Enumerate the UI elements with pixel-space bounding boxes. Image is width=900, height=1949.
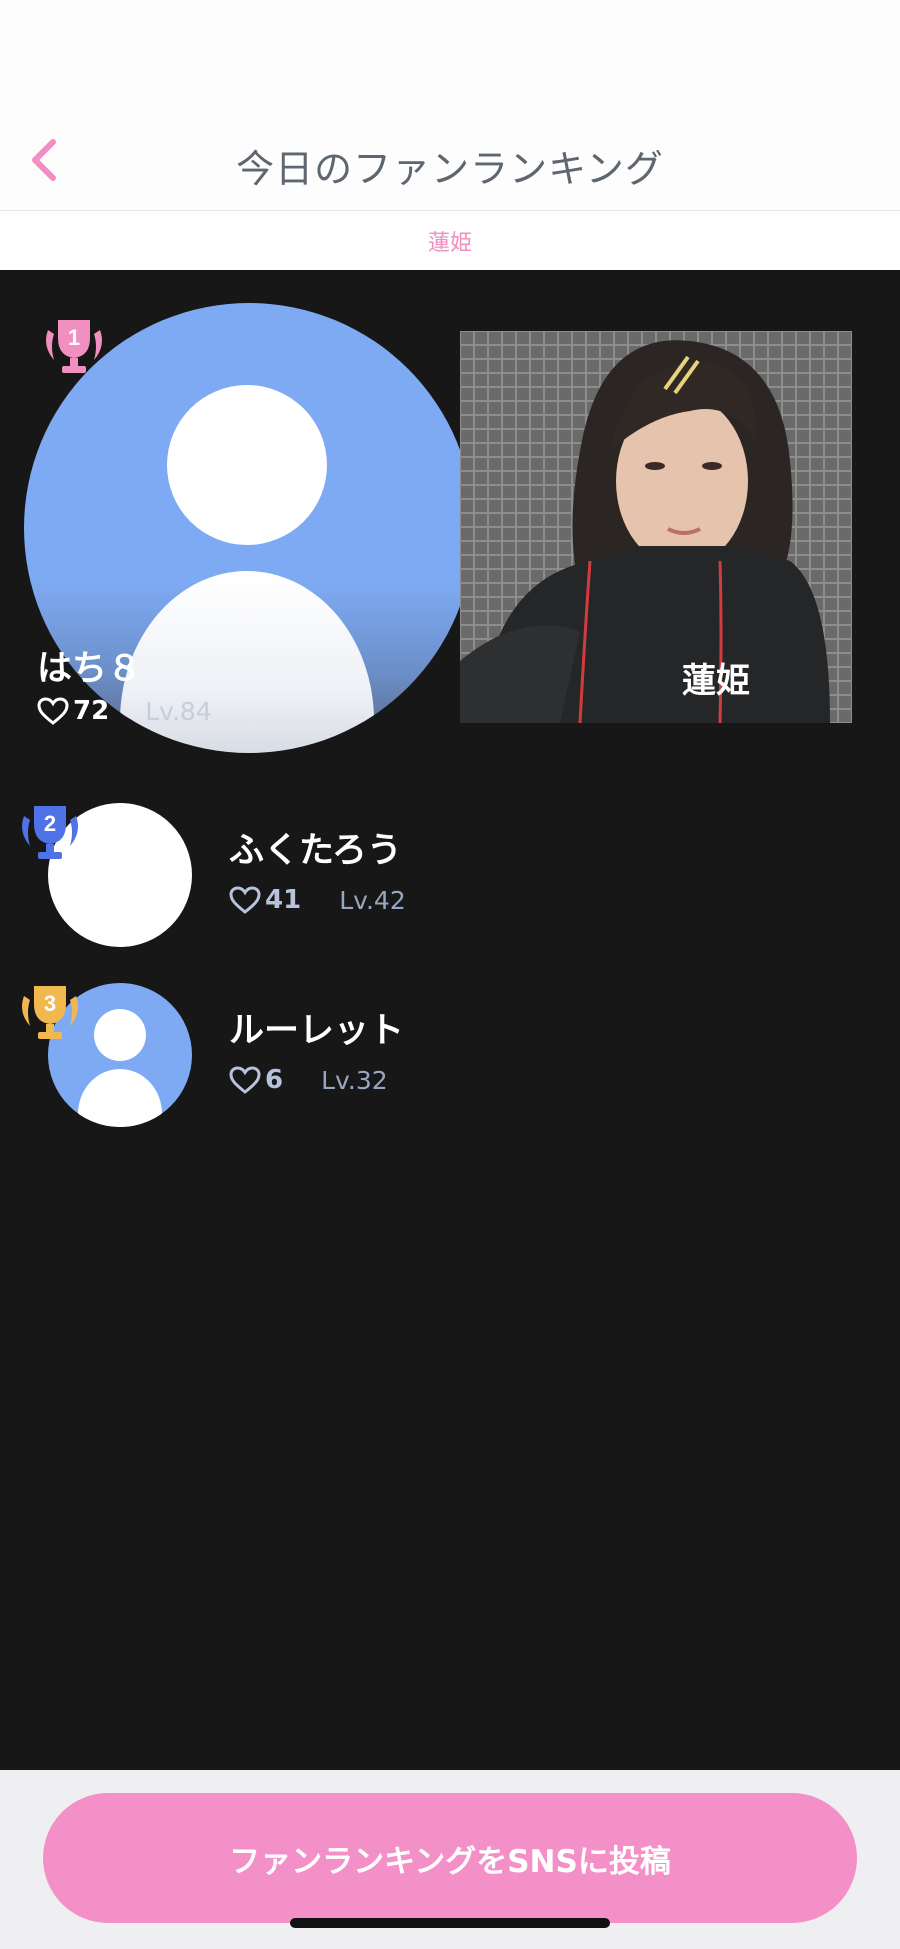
streamer-name: 蓮姫 — [682, 661, 750, 701]
home-indicator — [290, 1918, 610, 1928]
rank1-name: はち８ — [37, 649, 143, 689]
trophy-icon-rank3: 3 — [22, 986, 78, 1039]
rank2-level: Lv.42 — [339, 885, 406, 915]
rank3-stats: 6 Lv.32 — [229, 1065, 388, 1095]
trophy-icon-rank2: 2 — [22, 806, 78, 859]
streamer-subheader-name: 蓮姫 — [427, 230, 472, 256]
avatar-head — [167, 385, 327, 545]
rank3-likes: 6 — [265, 1065, 284, 1095]
rank2-name: ふくたろう — [229, 831, 402, 871]
rank3-level: Lv.32 — [321, 1065, 388, 1095]
nav-bar: 今日のファンランキング — [0, 110, 900, 211]
rank2-likes: 41 — [265, 885, 302, 915]
trophy-icon-rank1: 1 — [46, 320, 102, 373]
streamer-subheader: 蓮姫 — [0, 211, 900, 270]
rank1-number: 1 — [68, 325, 80, 350]
heart-icon — [229, 886, 261, 914]
rank1-stats: 72 Lv.84 — [37, 696, 212, 726]
rank1-likes: 72 — [73, 696, 110, 726]
status-bar — [0, 0, 900, 110]
streamer-photo[interactable]: 蓮姫 — [460, 331, 852, 723]
avatar-head — [94, 1009, 146, 1061]
heart-icon — [37, 697, 69, 725]
rank1-level: Lv.84 — [145, 696, 212, 726]
share-sns-button[interactable]: ファンランキングをSNSに投稿 — [43, 1793, 857, 1923]
rank2-stats: 41 Lv.42 — [229, 885, 406, 915]
rank2-number: 2 — [44, 811, 56, 836]
rank3-name: ルーレット — [229, 1011, 405, 1051]
rank3-number: 3 — [44, 991, 56, 1016]
avatar-body — [78, 1069, 162, 1127]
page-title: 今日のファンランキング — [236, 147, 664, 191]
heart-icon — [229, 1066, 261, 1094]
